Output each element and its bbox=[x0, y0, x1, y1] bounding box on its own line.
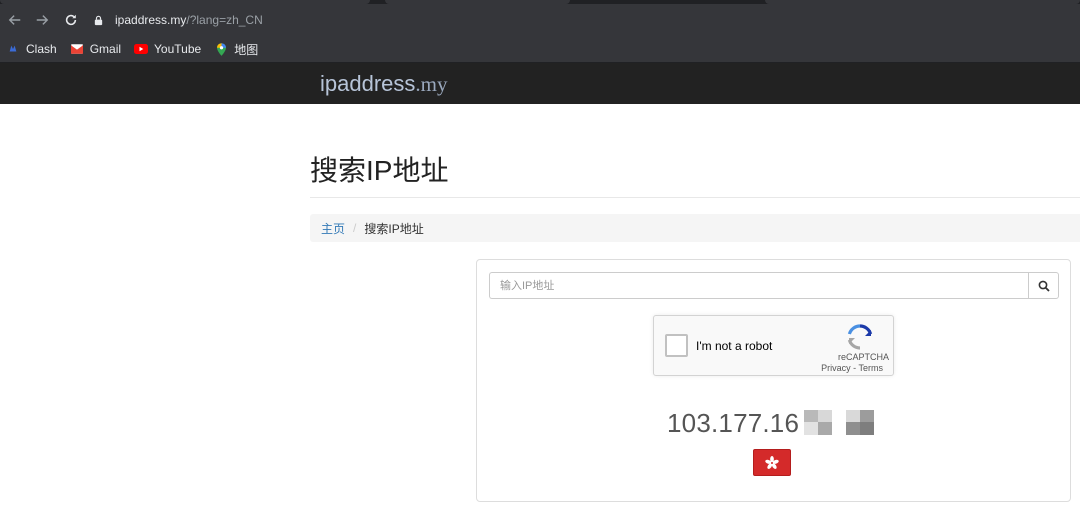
reload-button[interactable] bbox=[59, 8, 83, 32]
back-button[interactable] bbox=[3, 8, 27, 32]
search-icon bbox=[1038, 280, 1050, 292]
ip-address-text: 103.177.16 bbox=[667, 407, 798, 438]
recaptcha-links[interactable]: Privacy - Terms bbox=[821, 363, 883, 373]
address-bar[interactable]: ipaddress.my/?lang=zh_CN bbox=[93, 6, 263, 34]
bookmarks-bar: Clash Gmail YouTube 地图 bbox=[0, 36, 1080, 63]
youtube-icon bbox=[134, 42, 149, 56]
site-logo[interactable]: ipaddress.my bbox=[320, 71, 447, 97]
recaptcha-brand: reCAPTCHA bbox=[837, 352, 889, 362]
hong-kong-flag-icon bbox=[765, 455, 779, 469]
bookmark-clash[interactable]: Clash bbox=[6, 42, 57, 56]
search-button[interactable] bbox=[1028, 272, 1059, 299]
gmail-icon bbox=[70, 42, 84, 56]
url-host: ipaddress.my bbox=[115, 13, 187, 27]
breadcrumb: 主页 / 搜索IP地址 bbox=[310, 214, 1080, 242]
ip-result: 103.177.16 bbox=[667, 406, 876, 440]
breadcrumb-separator: / bbox=[353, 221, 357, 235]
bookmark-youtube[interactable]: YouTube bbox=[134, 42, 201, 56]
redacted-block bbox=[846, 410, 876, 436]
site-navbar: ipaddress.my bbox=[0, 63, 1080, 104]
arrow-right-icon bbox=[36, 15, 49, 25]
reload-icon bbox=[65, 14, 77, 26]
search-input[interactable] bbox=[489, 272, 1028, 299]
recaptcha-logo-icon bbox=[847, 324, 873, 350]
breadcrumb-home-link[interactable]: 主页 bbox=[321, 220, 345, 237]
ip-mask: 103.177.16 bbox=[667, 408, 798, 439]
maps-icon bbox=[214, 42, 228, 56]
recaptcha-widget: I'm not a robot reCAPTCHA Privacy - Term… bbox=[653, 315, 894, 376]
page-title: 搜索IP地址 bbox=[310, 155, 449, 186]
breadcrumb-current: 搜索IP地址 bbox=[364, 221, 424, 236]
brand-tld: .my bbox=[415, 72, 448, 96]
bookmark-maps[interactable]: 地图 bbox=[214, 41, 258, 58]
bookmark-label: 地图 bbox=[234, 42, 259, 57]
forward-button[interactable] bbox=[30, 8, 54, 32]
recaptcha-checkbox[interactable] bbox=[665, 334, 688, 357]
arrow-left-icon bbox=[8, 15, 21, 25]
bookmark-label: YouTube bbox=[154, 42, 202, 56]
browser-toolbar: ipaddress.my/?lang=zh_CN bbox=[0, 4, 1080, 36]
redacted-block bbox=[804, 410, 834, 436]
bookmark-label: Clash bbox=[26, 42, 57, 56]
search-group bbox=[489, 272, 1059, 299]
search-panel: I'm not a robot reCAPTCHA Privacy - Term… bbox=[476, 259, 1071, 502]
divider bbox=[310, 197, 1080, 198]
clash-icon bbox=[6, 42, 20, 56]
lock-icon bbox=[93, 13, 107, 27]
country-flag-button[interactable] bbox=[753, 449, 791, 476]
bookmark-label: Gmail bbox=[89, 42, 122, 56]
recaptcha-label: I'm not a robot bbox=[696, 339, 773, 353]
bookmark-gmail[interactable]: Gmail bbox=[70, 42, 121, 56]
url-path: /?lang=zh_CN bbox=[186, 13, 263, 27]
brand-name: ipaddress bbox=[320, 71, 416, 96]
